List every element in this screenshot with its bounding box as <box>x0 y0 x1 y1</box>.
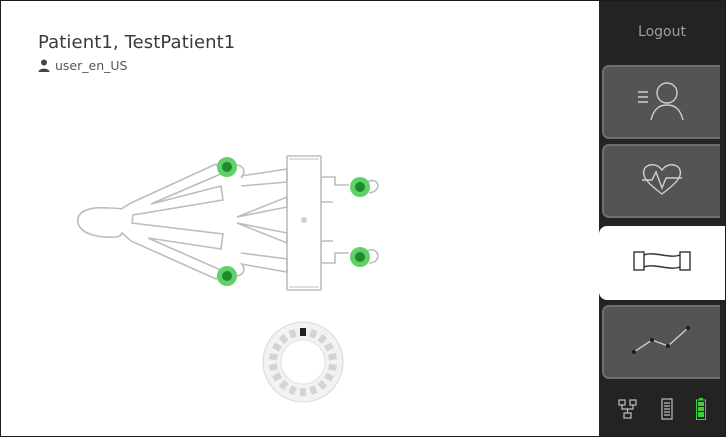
loading-spinner <box>262 321 344 403</box>
tab-patient-summary[interactable] <box>602 65 720 139</box>
electrode-la[interactable] <box>350 177 370 197</box>
ecg-cable-icon <box>632 248 692 278</box>
body-outline <box>77 155 349 291</box>
tab-ecg-setup[interactable] <box>599 226 725 300</box>
patient-list-icon <box>632 78 692 126</box>
ecg-placement-diagram <box>77 155 379 403</box>
status-bar <box>599 385 725 436</box>
electrode-rl[interactable] <box>217 266 237 286</box>
logout-button[interactable]: Logout <box>599 1 725 63</box>
electrode-ra[interactable] <box>217 157 237 177</box>
network-icon <box>618 398 638 423</box>
heart-pulse-icon <box>638 160 686 202</box>
trend-graph-icon <box>630 322 694 362</box>
tab-trends[interactable] <box>602 305 720 379</box>
battery-icon <box>695 397 706 424</box>
electrode-ll[interactable] <box>350 247 370 267</box>
ecg-device-icon <box>661 397 673 424</box>
tab-vitals[interactable] <box>602 144 720 218</box>
app-window: Patient1, TestPatient1 user_en_US Logout <box>0 0 726 437</box>
main-panel: Patient1, TestPatient1 user_en_US <box>1 1 599 436</box>
sidebar: Logout <box>599 1 725 436</box>
